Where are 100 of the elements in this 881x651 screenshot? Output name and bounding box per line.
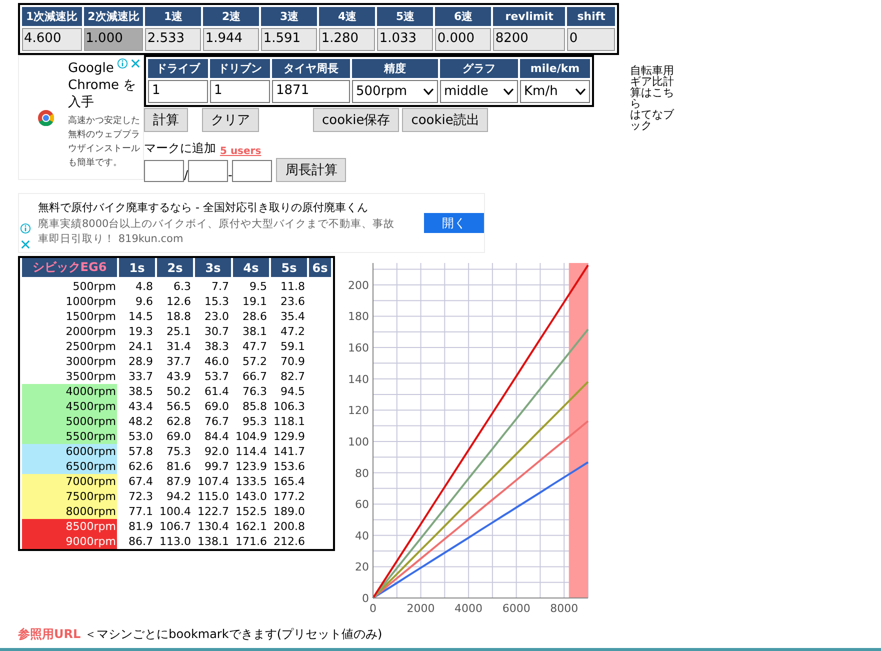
rpm-cell: 6500rpm (22, 459, 117, 474)
table-cell-text: 23.6 (280, 294, 306, 309)
bookmark-link[interactable]: はてなブック (630, 109, 676, 131)
ad-text: 廃車実績8000台以上のバイクボイ、原付や大型バイクまで不動車、事故車即日引取り！ 819kun.com (38, 216, 396, 246)
table-cell-text: 33.7 (128, 369, 154, 384)
input-field[interactable]: 1 (210, 80, 270, 103)
x-tick-label: 8000 (550, 602, 578, 614)
table-cell-text: 171.6 (234, 534, 268, 549)
rpm-cell: 7500rpm (22, 489, 117, 504)
column-header: ドリブン (210, 59, 270, 78)
table-cell-text: 4.8 (134, 279, 154, 294)
ad-title[interactable]: 無料で原付バイク廃車するなら - 全国対応引き取りの原付廃車くん (38, 200, 404, 214)
open-button[interactable]: 開く (424, 213, 484, 233)
input-field[interactable]: 1871 (272, 80, 350, 103)
table-cell-text: 113.0 (158, 534, 192, 549)
table-cell-text: 87.9 (166, 474, 192, 489)
table-cell-text: 81.6 (166, 459, 192, 474)
close-icon[interactable] (130, 58, 141, 69)
column-header: 2s (157, 258, 193, 279)
column-header: 6速 (435, 7, 492, 26)
ratio-field[interactable]: 2.533 (145, 28, 202, 51)
table-cell-text: 30.7 (204, 324, 230, 339)
ratio-field[interactable]: 1.591 (261, 28, 318, 51)
action-button[interactable]: 周長計算 (276, 158, 346, 182)
ratio-field[interactable]: 1.033 (377, 28, 434, 51)
ratio-field[interactable]: 4.600 (22, 28, 82, 51)
rpm-cell: 4000rpm (22, 384, 117, 399)
gear-ratio-link[interactable]: 自転車用ギア比計算はこちら (630, 65, 676, 109)
action-button[interactable]: クリア (202, 108, 259, 132)
x-tick-label: 6000 (502, 602, 530, 614)
ratio-field[interactable]: 0.000 (435, 28, 492, 51)
action-button[interactable]: cookie保存 (313, 108, 400, 132)
column-header: 6s (309, 258, 331, 279)
rpm-cell: 8000rpm (22, 504, 117, 519)
input-field[interactable] (188, 160, 228, 182)
table-cell-text: 200.8 (272, 519, 306, 534)
table-cell-text: 72.3 (128, 489, 154, 504)
info-icon[interactable] (20, 223, 31, 234)
table-cell-text: 115.0 (196, 489, 230, 504)
ad-text: 高速かつ安定した無料のウェブブラウザインストールも簡単です。 (68, 114, 141, 170)
table-cell-text: 43.4 (128, 399, 154, 414)
ratio-field[interactable]: 0 (567, 28, 616, 51)
table-cell-text: 62.6 (128, 459, 154, 474)
y-tick-label: 60 (355, 498, 369, 512)
ad-banner[interactable]: Google Chrome を入手 高速かつ安定した無料のウェブブラウザインストールも簡単です。 (18, 55, 144, 180)
action-button[interactable]: 計算 (144, 108, 188, 132)
table-cell-text: 123.9 (234, 459, 268, 474)
table-cell-text: 76.7 (204, 414, 230, 429)
table-cell-text: 69.0 (204, 399, 230, 414)
dropdown[interactable]: Km/h (520, 80, 590, 103)
ratio-field[interactable]: 1.280 (319, 28, 376, 51)
input-field[interactable] (144, 160, 184, 182)
table-cell-text: 53.0 (128, 429, 154, 444)
ratio-field[interactable]: 1.944 (203, 28, 260, 51)
table-cell-text: 28.6 (242, 309, 268, 324)
ratio-field[interactable]: 8200 (493, 28, 566, 51)
table-cell-text: 85.8 (242, 399, 268, 414)
table-cell-text: 31.4 (166, 339, 192, 354)
table-cell-text: 104.9 (234, 429, 268, 444)
x-tick-label: 2000 (406, 602, 435, 614)
table-cell-text: 141.7 (272, 444, 306, 459)
table-cell-text: 100.4 (158, 504, 192, 519)
input-field[interactable]: 1 (148, 80, 208, 103)
column-header: 2次減速比 (84, 7, 144, 26)
dropdown[interactable]: middle (440, 80, 518, 103)
table-cell-text: 18.8 (166, 309, 192, 324)
y-tick-label: 200 (348, 278, 369, 292)
dropdown[interactable]: 500rpm (352, 80, 438, 103)
rpm-cell: 8500rpm (22, 519, 117, 534)
table-cell-text: 86.7 (128, 534, 154, 549)
column-header: 2速 (203, 7, 260, 26)
ad-banner[interactable]: 無料で原付バイク廃車するなら - 全国対応引き取りの原付廃車くん 廃車実績8000台以上のバイクボイ、原付や大型バイクまで不動車、事故車即日引取り！ 819kun.com 開く (18, 193, 485, 253)
table-cell-text: 9.5 (248, 279, 268, 294)
table-cell-text: 19.1 (242, 294, 268, 309)
y-tick-label: 180 (348, 310, 369, 324)
close-icon[interactable] (20, 239, 31, 250)
column-header: ドライブ (148, 59, 208, 78)
table-cell-text: 106.3 (272, 399, 306, 414)
column-header: 4s (233, 258, 269, 279)
column-header: 精度 (352, 59, 438, 78)
info-icon[interactable] (117, 58, 128, 69)
input-field[interactable] (232, 160, 272, 182)
column-header: 5s (271, 258, 307, 279)
table-cell-text: 122.7 (196, 504, 230, 519)
column-header: revlimit (493, 7, 566, 26)
table-cell-text: 14.5 (128, 309, 154, 324)
table-cell-text: 152.5 (234, 504, 268, 519)
table-cell-text: 129.9 (272, 429, 306, 444)
table-cell-text: 57.8 (128, 444, 154, 459)
y-tick-label: 80 (355, 466, 369, 480)
rpm-cell: 5500rpm (22, 429, 117, 444)
column-header: 3速 (261, 7, 318, 26)
table-cell-text: 48.2 (128, 414, 154, 429)
table-cell-text: 15.3 (204, 294, 230, 309)
bookmark-label: マークに追加 (144, 140, 216, 157)
action-button[interactable]: cookie読出 (402, 108, 488, 132)
ad-title[interactable]: Google Chrome を入手 (68, 60, 143, 111)
rpm-cell: 6000rpm (22, 444, 117, 459)
table-cell-text: 46.0 (204, 354, 230, 369)
table-cell-text: 165.4 (272, 474, 306, 489)
